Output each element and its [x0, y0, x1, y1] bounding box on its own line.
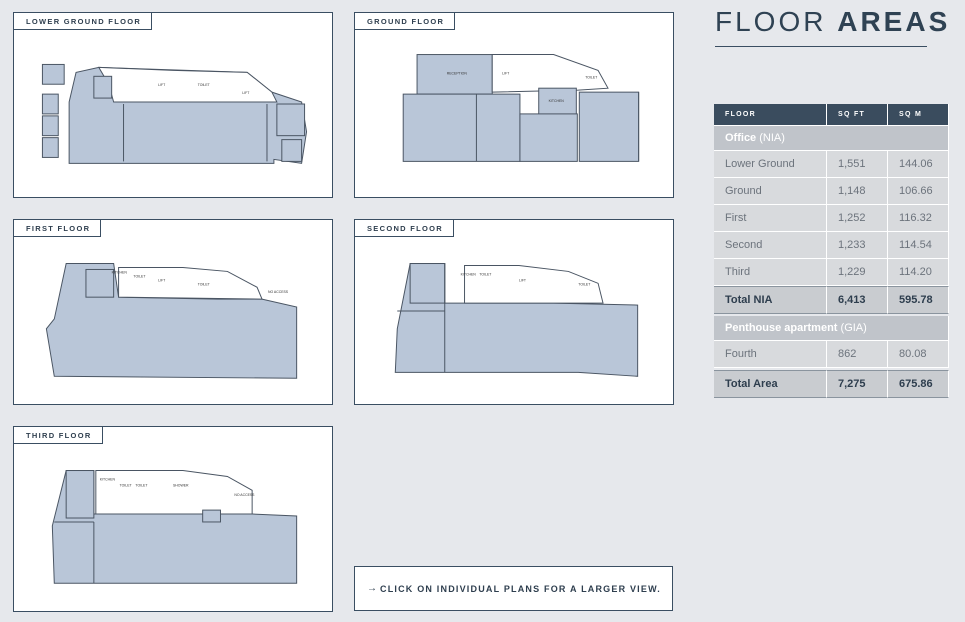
table-row: Lower Ground 1,551 144.06: [714, 151, 949, 178]
svg-text:TOILET: TOILET: [578, 282, 591, 286]
row-sqm: 114.54: [888, 232, 949, 259]
total-sqm: 675.86: [888, 370, 949, 398]
table-row: Ground 1,148 106.66: [714, 178, 949, 205]
title-bold: AREAS: [837, 6, 951, 37]
table-row: Fourth 862 80.08: [714, 341, 949, 368]
row-floor: Third: [714, 259, 827, 286]
svg-text:NO ACCESS: NO ACCESS: [234, 493, 255, 497]
table-row: Second 1,233 114.54: [714, 232, 949, 259]
row-floor: Second: [714, 232, 827, 259]
svg-text:TOILET: TOILET: [198, 83, 211, 87]
svg-text:TOILET: TOILET: [120, 483, 133, 487]
plan-label: THIRD FLOOR: [13, 426, 103, 444]
header-sqft: SQ FT: [827, 104, 888, 126]
title-rule: [715, 46, 927, 47]
row-sqm: 114.20: [888, 259, 949, 286]
section-office: Office (NIA): [714, 126, 949, 151]
row-sqft: 1,233: [827, 232, 888, 259]
first-floor-plan-drawing: KITCHEN TOILET LIFT TOILET NO ACCESS: [45, 263, 298, 379]
row-sqft: 1,229: [827, 259, 888, 286]
plan-label: LOWER GROUND FLOOR: [13, 12, 153, 30]
table-row: Third 1,229 114.20: [714, 259, 949, 286]
ground-floor-plan-drawing: RECEPTION LIFT KITCHEN TOILET: [402, 54, 640, 162]
plan-second-floor[interactable]: KITCHEN TOILET LIFT TOILET SECOND FLOOR: [354, 219, 674, 405]
arrow-right-icon: →: [367, 583, 377, 594]
svg-text:TOILET: TOILET: [135, 483, 148, 487]
svg-text:RECEPTION: RECEPTION: [447, 71, 468, 75]
row-sqft: 1,252: [827, 205, 888, 232]
table-header: FLOOR SQ FT SQ M: [714, 104, 949, 126]
svg-text:TOILET: TOILET: [198, 282, 211, 286]
plan-ground-floor[interactable]: RECEPTION LIFT KITCHEN TOILET GROUND FLOOR: [354, 12, 674, 198]
section-penthouse: Penthouse apartment (GIA): [714, 316, 949, 341]
third-floor-plan-drawing: KITCHEN TOILET TOILET SHOWER NO ACCESS: [51, 470, 298, 584]
plan-label: GROUND FLOOR: [354, 12, 456, 30]
svg-text:SHOWER: SHOWER: [173, 483, 189, 487]
plan-lower-ground-floor[interactable]: LIFT TOILET LIFT LOWER GROUND FLOOR: [13, 12, 333, 198]
floor-areas-title: FLOOR AREAS: [715, 6, 950, 38]
row-sqft: 1,551: [827, 151, 888, 178]
row-sqft: 862: [827, 341, 888, 368]
lower-ground-floor-plan-drawing: LIFT TOILET LIFT: [41, 63, 308, 164]
row-sqm: 144.06: [888, 151, 949, 178]
svg-text:KITCHEN: KITCHEN: [461, 272, 477, 276]
svg-text:KITCHEN: KITCHEN: [100, 477, 116, 481]
section-penthouse-label: Penthouse apartment (GIA): [714, 316, 949, 341]
svg-text:LIFT: LIFT: [519, 278, 527, 282]
row-floor: First: [714, 205, 827, 232]
svg-text:TOILET: TOILET: [585, 75, 598, 79]
svg-text:KITCHEN: KITCHEN: [112, 270, 128, 274]
row-sqm: 116.32: [888, 205, 949, 232]
larger-view-hint: → CLICK ON INDIVIDUAL PLANS FOR A LARGER…: [354, 566, 673, 611]
row-floor: Lower Ground: [714, 151, 827, 178]
plan-label: FIRST FLOOR: [13, 219, 102, 237]
section-office-label: Office (NIA): [714, 126, 949, 151]
larger-view-hint-text: CLICK ON INDIVIDUAL PLANS FOR A LARGER V…: [380, 583, 661, 594]
title-light: FLOOR: [715, 6, 838, 37]
header-floor: FLOOR: [714, 104, 827, 126]
total-area-row: Total Area 7,275 675.86: [714, 370, 949, 398]
plan-label: SECOND FLOOR: [354, 219, 455, 237]
total-label: Total Area: [714, 370, 827, 398]
svg-text:LIFT: LIFT: [158, 83, 166, 87]
svg-text:TOILET: TOILET: [479, 272, 492, 276]
total-sqft: 6,413: [827, 286, 888, 314]
row-sqft: 1,148: [827, 178, 888, 205]
row-sqm: 106.66: [888, 178, 949, 205]
total-label: Total NIA: [714, 286, 827, 314]
table-row: First 1,252 116.32: [714, 205, 949, 232]
header-sqm: SQ M: [888, 104, 949, 126]
svg-text:TOILET: TOILET: [133, 274, 146, 278]
second-floor-plan-drawing: KITCHEN TOILETLIFTTOILET: [394, 263, 639, 377]
floor-areas-table: FLOOR SQ FT SQ M Office (NIA) Lower Grou…: [714, 104, 949, 398]
svg-text:NO ACCESS: NO ACCESS: [268, 290, 289, 294]
svg-text:KITCHEN: KITCHEN: [549, 99, 565, 103]
total-sqm: 595.78: [888, 286, 949, 314]
plan-first-floor[interactable]: KITCHEN TOILET LIFT TOILET NO ACCESS FIRST F…: [13, 219, 333, 405]
row-floor: Ground: [714, 178, 827, 205]
total-sqft: 7,275: [827, 370, 888, 398]
total-nia-row: Total NIA 6,413 595.78: [714, 286, 949, 314]
plan-third-floor[interactable]: KITCHEN TOILET TOILET SHOWER NO ACCESS THIRD…: [13, 426, 333, 612]
svg-text:LIFT: LIFT: [242, 91, 250, 95]
row-sqm: 80.08: [888, 341, 949, 368]
svg-text:LIFT: LIFT: [158, 278, 166, 282]
svg-text:LIFT: LIFT: [502, 71, 510, 75]
row-floor: Fourth: [714, 341, 827, 368]
